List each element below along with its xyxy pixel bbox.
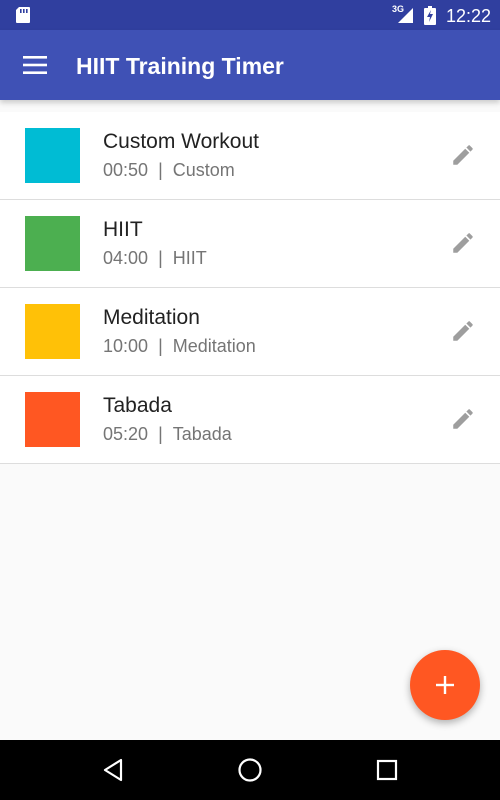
workout-duration: 04:00 xyxy=(103,248,149,268)
workout-color-swatch xyxy=(25,392,80,447)
subtitle-separator: | xyxy=(158,424,163,444)
workout-name: Custom Workout xyxy=(103,130,259,153)
back-triangle-icon xyxy=(103,758,123,782)
status-clock: 12:22 xyxy=(446,6,492,26)
sd-card-icon xyxy=(16,7,30,23)
workout-name: Meditation xyxy=(103,306,200,329)
workout-subtitle: 10:00 | Meditation xyxy=(103,335,256,357)
pencil-icon xyxy=(453,409,473,429)
pencil-icon xyxy=(453,233,473,253)
add-workout-fab[interactable] xyxy=(410,650,480,720)
navigation-bar xyxy=(0,740,500,800)
workout-subtitle: 05:20 | Tabada xyxy=(103,423,232,445)
workout-item-meditation[interactable]: Meditation 10:00 | Meditation xyxy=(0,288,500,376)
workout-subtitle: 04:00 | HIIT xyxy=(103,247,207,269)
status-bar: 3G 12:22 xyxy=(0,0,500,30)
app-bar: HIIT Training Timer xyxy=(0,30,500,100)
pencil-icon xyxy=(453,321,473,341)
battery-charging-icon xyxy=(424,6,436,25)
home-circle-icon xyxy=(238,758,262,782)
workout-item-tabada[interactable]: Tabada 05:20 | Tabada xyxy=(0,376,500,464)
subtitle-separator: | xyxy=(158,248,163,268)
workout-duration: 05:20 xyxy=(103,424,149,444)
workout-color-swatch xyxy=(25,304,80,359)
subtitle-separator: | xyxy=(158,160,163,180)
workout-type: HIIT xyxy=(172,248,207,268)
workout-duration: 00:50 xyxy=(103,160,149,180)
home-button[interactable] xyxy=(235,755,265,785)
workout-item-hiit[interactable]: HIIT 04:00 | HIIT xyxy=(0,200,500,288)
edit-workout-button[interactable] xyxy=(442,222,484,264)
plus-icon xyxy=(436,676,454,694)
subtitle-separator: | xyxy=(158,336,163,356)
hamburger-menu-icon[interactable] xyxy=(23,54,47,76)
recents-square-icon xyxy=(376,759,398,781)
workout-color-swatch xyxy=(25,216,80,271)
app-title: HIIT Training Timer xyxy=(76,53,284,79)
workout-type: Tabada xyxy=(172,424,232,444)
signal-icon xyxy=(398,8,413,23)
workout-duration: 10:00 xyxy=(103,336,149,356)
workout-name: Tabada xyxy=(103,394,172,417)
recents-button[interactable] xyxy=(372,755,402,785)
workout-color-swatch xyxy=(25,128,80,183)
back-button[interactable] xyxy=(98,755,128,785)
pencil-icon xyxy=(453,145,473,165)
workout-type: Custom xyxy=(172,160,235,180)
workout-item-custom-workout[interactable]: Custom Workout 00:50 | Custom xyxy=(0,112,500,200)
workout-type: Meditation xyxy=(172,336,256,356)
workout-subtitle: 00:50 | Custom xyxy=(103,159,235,181)
workout-list: Custom Workout 00:50 | Custom HIIT 04:00… xyxy=(0,112,500,464)
edit-workout-button[interactable] xyxy=(442,134,484,176)
edit-workout-button[interactable] xyxy=(442,310,484,352)
edit-workout-button[interactable] xyxy=(442,398,484,440)
workout-name: HIIT xyxy=(103,218,143,241)
